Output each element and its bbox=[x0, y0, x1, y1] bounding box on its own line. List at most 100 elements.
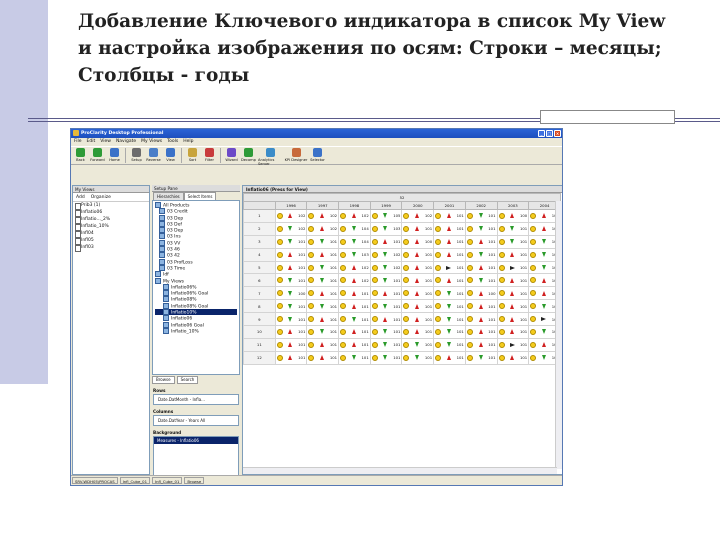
menu-item[interactable]: Tools bbox=[167, 138, 178, 146]
grid-cell[interactable]: 101 bbox=[274, 273, 308, 288]
grid-cell[interactable]: 100 bbox=[464, 286, 498, 301]
columns-slot[interactable]: Date.DatYear - Years All bbox=[153, 415, 239, 426]
column-header[interactable]: 1998 bbox=[338, 201, 371, 210]
menu-item[interactable]: Edit bbox=[87, 138, 96, 146]
grid-cell[interactable]: 101 bbox=[369, 337, 403, 352]
grid-cell[interactable]: 101 bbox=[433, 286, 466, 301]
grid-cell[interactable]: 101 bbox=[306, 234, 340, 249]
grid-cell[interactable]: 101 bbox=[464, 350, 498, 365]
grid-cell[interactable]: 101 bbox=[274, 299, 308, 314]
grid-cell[interactable]: 101 bbox=[369, 273, 403, 288]
column-header[interactable]: 2000 bbox=[401, 201, 435, 210]
column-header[interactable]: 2003 bbox=[496, 201, 530, 210]
grid-cell[interactable]: 101 bbox=[369, 286, 403, 301]
grid-cell[interactable]: 101 bbox=[433, 299, 466, 314]
grid-cell[interactable]: 101 bbox=[401, 299, 435, 314]
grid-cell[interactable]: 100 bbox=[496, 209, 530, 223]
grid-cell[interactable]: 101 bbox=[338, 312, 371, 327]
grid-cell[interactable]: 101 bbox=[496, 350, 530, 365]
view-item[interactable]: Infl03 bbox=[73, 244, 149, 252]
organize-button[interactable]: Organize bbox=[91, 194, 111, 200]
grid-cell[interactable]: 101 bbox=[464, 260, 498, 275]
toolbar-button[interactable]: Back bbox=[73, 148, 88, 162]
row-header[interactable]: 2 bbox=[243, 221, 276, 236]
toolbar-button[interactable]: Forward bbox=[90, 148, 105, 162]
toolbar-button[interactable]: View bbox=[163, 148, 178, 162]
row-header[interactable]: 11 bbox=[243, 337, 276, 352]
grid-cell[interactable]: 101 bbox=[401, 337, 435, 352]
row-header[interactable]: 10 bbox=[243, 325, 276, 339]
grid-cell[interactable]: 101 bbox=[464, 234, 498, 249]
row-header[interactable]: 4 bbox=[243, 247, 276, 262]
grid-cell[interactable]: 102 bbox=[306, 221, 340, 236]
grid-cell[interactable]: 101 bbox=[401, 325, 435, 339]
grid-cell[interactable]: 101 bbox=[496, 247, 530, 262]
add-view-button[interactable]: Add bbox=[76, 194, 85, 200]
background-slot[interactable]: Measures - Inflatio06 bbox=[153, 436, 239, 480]
background-item[interactable]: Measures - Inflatio06 bbox=[154, 437, 238, 444]
toolbar-button[interactable]: Wizard bbox=[224, 148, 239, 162]
grid-cell[interactable]: 101 bbox=[274, 350, 308, 365]
grid-cell[interactable]: 101 bbox=[496, 221, 530, 236]
row-header[interactable]: 3 bbox=[243, 234, 276, 249]
grid-cell[interactable]: 101 bbox=[464, 312, 498, 327]
grid-cell[interactable]: 103 bbox=[338, 247, 371, 262]
grid-cell[interactable]: 101 bbox=[306, 273, 340, 288]
grid-cell[interactable]: 101 bbox=[496, 286, 530, 301]
grid-cell[interactable]: 101 bbox=[433, 350, 466, 365]
toolbar-button[interactable]: Decomp bbox=[241, 148, 256, 162]
grid-cell[interactable]: 101 bbox=[369, 350, 403, 365]
grid-cell[interactable]: 101 bbox=[496, 234, 530, 249]
grid-cell[interactable]: 103 bbox=[369, 221, 403, 236]
close-button[interactable]: × bbox=[554, 130, 561, 137]
view-item[interactable]: Prib3 (1) bbox=[73, 202, 149, 210]
row-header[interactable]: 1 bbox=[243, 209, 276, 223]
grid-cell[interactable]: 101 bbox=[464, 209, 498, 223]
row-header[interactable]: 7 bbox=[243, 286, 276, 301]
grid-cell[interactable]: 101 bbox=[306, 299, 340, 314]
grid-cell[interactable]: 101 bbox=[464, 221, 498, 236]
grid-cell[interactable]: 105 bbox=[369, 209, 403, 223]
menu-item[interactable]: View bbox=[100, 138, 111, 146]
grid-cell[interactable]: 101 bbox=[401, 350, 435, 365]
grid-cell[interactable]: 100 bbox=[401, 234, 435, 249]
grid-cell[interactable]: 101 bbox=[306, 325, 340, 339]
grid-cell[interactable]: 101 bbox=[306, 260, 340, 275]
setup-tab[interactable]: Hierarchies bbox=[153, 192, 184, 200]
toolbar-button[interactable]: Setup bbox=[129, 148, 144, 162]
grid-cell[interactable]: 101 bbox=[433, 325, 466, 339]
grid-cell[interactable]: 101 bbox=[496, 312, 530, 327]
grid-cell[interactable]: 101 bbox=[433, 209, 466, 223]
grid-cell[interactable]: 101 bbox=[338, 337, 371, 352]
grid-cell[interactable]: 101 bbox=[274, 337, 308, 352]
grid-cell[interactable]: 101 bbox=[401, 273, 435, 288]
grid-cell[interactable]: 101 bbox=[274, 260, 308, 275]
toolbar-button[interactable]: KPI Designer bbox=[284, 148, 308, 162]
grid-cell[interactable]: 101 bbox=[274, 312, 308, 327]
view-item[interactable]: Infl05 bbox=[73, 237, 149, 245]
tab-search[interactable]: Search bbox=[176, 376, 199, 384]
grid-cell[interactable]: 102 bbox=[338, 273, 371, 288]
grid-cell[interactable]: 101 bbox=[306, 312, 340, 327]
grid-cell[interactable]: 101 bbox=[306, 337, 340, 352]
rows-slot[interactable]: Date.DatMonth - Infla... bbox=[153, 394, 239, 405]
column-header[interactable]: 1996 bbox=[274, 201, 308, 210]
setup-tab[interactable]: Select Items bbox=[183, 192, 217, 200]
column-header[interactable]: 2002 bbox=[464, 201, 498, 210]
grid-cell[interactable]: 101 bbox=[369, 299, 403, 314]
horizontal-scrollbar[interactable] bbox=[243, 467, 557, 474]
grid-cell[interactable]: 101 bbox=[496, 260, 530, 275]
grid-cell[interactable]: 101 bbox=[433, 234, 466, 249]
grid-cell[interactable]: 101 bbox=[433, 273, 466, 288]
grid-cell[interactable]: 101 bbox=[464, 325, 498, 339]
grid-cell[interactable]: 101 bbox=[338, 286, 371, 301]
grid-cell[interactable]: 101 bbox=[433, 312, 466, 327]
grid-cell[interactable]: 102 bbox=[274, 221, 308, 236]
grid-cell[interactable]: 101 bbox=[306, 350, 340, 365]
maximize-button[interactable]: □ bbox=[546, 130, 553, 137]
grid-cell[interactable]: 102 bbox=[274, 209, 308, 223]
view-item[interactable]: Inflatio..._2% bbox=[73, 216, 149, 224]
menu-item[interactable]: Navigate bbox=[116, 138, 136, 146]
grid-cell[interactable]: 101 bbox=[496, 337, 530, 352]
grid-cell[interactable]: 101 bbox=[433, 260, 466, 275]
